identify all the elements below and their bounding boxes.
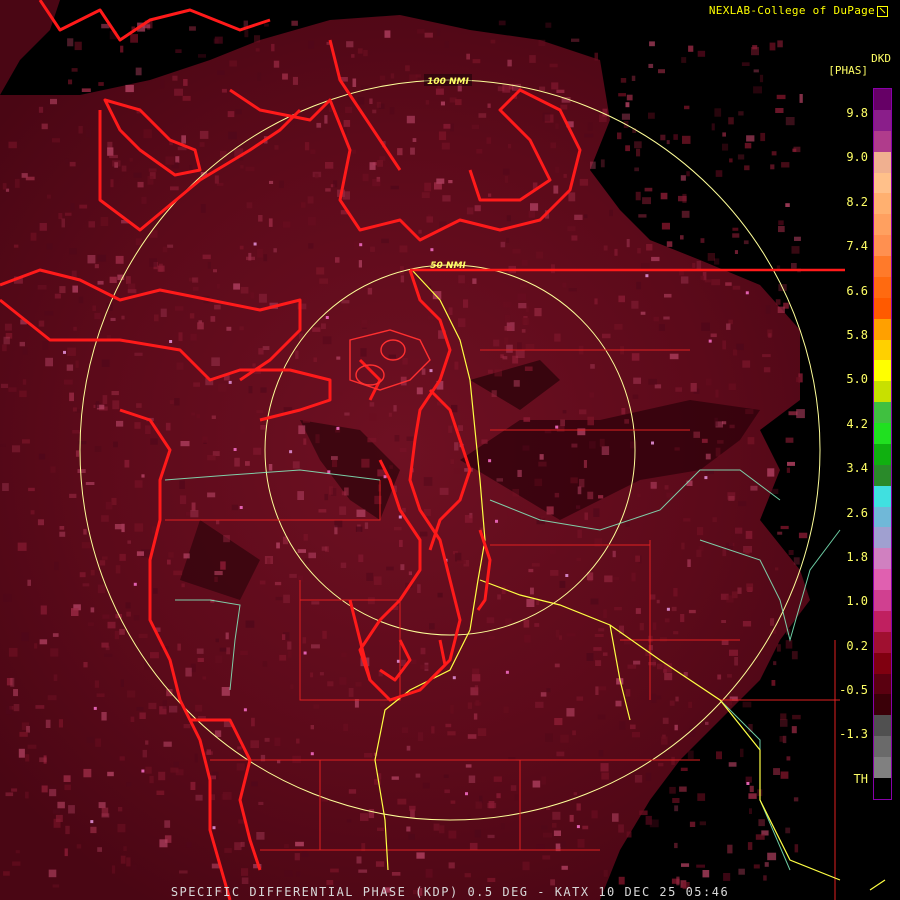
legend-swatch (874, 297, 891, 319)
legend-label: 1.8 (846, 550, 868, 564)
legend-swatch (874, 235, 891, 256)
credit-text: NEXLAB-College of DuPage (709, 4, 888, 17)
legend-swatch (874, 485, 891, 507)
legend-swatch (874, 402, 891, 423)
legend-swatch (874, 193, 891, 215)
legend-swatch (874, 360, 891, 382)
legend-swatch (874, 151, 891, 173)
legend-swatch (874, 631, 891, 653)
legend-label: 0.2 (846, 639, 868, 653)
legend-label: 3.4 (846, 461, 868, 475)
legend-swatch (874, 590, 891, 611)
legend-swatch (874, 339, 891, 361)
legend-swatch (874, 443, 891, 465)
product-caption: SPECIFIC DIFFERENTIAL PHASE (KDP) 0.5 DE… (170, 885, 730, 899)
legend-swatch (874, 256, 891, 277)
legend-swatch (874, 464, 891, 486)
legend-label: 5.8 (846, 328, 868, 342)
legend-swatch (874, 89, 891, 110)
legend-swatch (874, 130, 891, 152)
legend-swatch (874, 381, 891, 403)
legend-swatch (874, 569, 891, 590)
legend-swatch (874, 673, 891, 695)
legend-label: 7.4 (846, 239, 868, 253)
legend-swatch (874, 423, 891, 444)
legend-color-bar (873, 88, 892, 800)
legend-label: -1.3 (839, 727, 868, 741)
radar-map: 100 NMI 50 NMI (0, 0, 886, 900)
legend-swatch (874, 694, 891, 716)
credit-label: NEXLAB-College of DuPage (708, 4, 875, 17)
legend-swatch (874, 652, 891, 674)
legend-unit: [PHAS] (828, 64, 868, 77)
legend-swatch (874, 777, 891, 799)
legend-swatch (874, 109, 891, 131)
legend-label: 2.6 (846, 506, 868, 520)
legend-product: DKD (871, 52, 891, 65)
legend-swatch (874, 527, 891, 549)
legend-swatch (874, 757, 891, 778)
legend-label: TH (853, 772, 868, 786)
legend-label: -0.5 (839, 683, 868, 697)
legend-swatch (874, 506, 891, 528)
legend-label: 1.0 (846, 594, 868, 608)
legend-label: 9.8 (846, 106, 868, 120)
legend-label: 8.2 (846, 195, 868, 209)
legend-label: 5.0 (846, 372, 868, 386)
legend-swatch (874, 736, 891, 757)
legend-label: 9.0 (846, 150, 868, 164)
legend-swatch (874, 276, 891, 298)
external-link-icon[interactable] (877, 5, 888, 17)
legend-swatch (874, 172, 891, 194)
legend-swatch (874, 548, 891, 570)
legend-swatch (874, 214, 891, 236)
ring-label-100: 100 NMI (427, 77, 469, 87)
legend-swatch (874, 610, 891, 632)
legend-swatch (874, 318, 891, 340)
legend-swatch (874, 715, 891, 737)
legend-label: 6.6 (846, 284, 868, 298)
legend-label: 4.2 (846, 417, 868, 431)
